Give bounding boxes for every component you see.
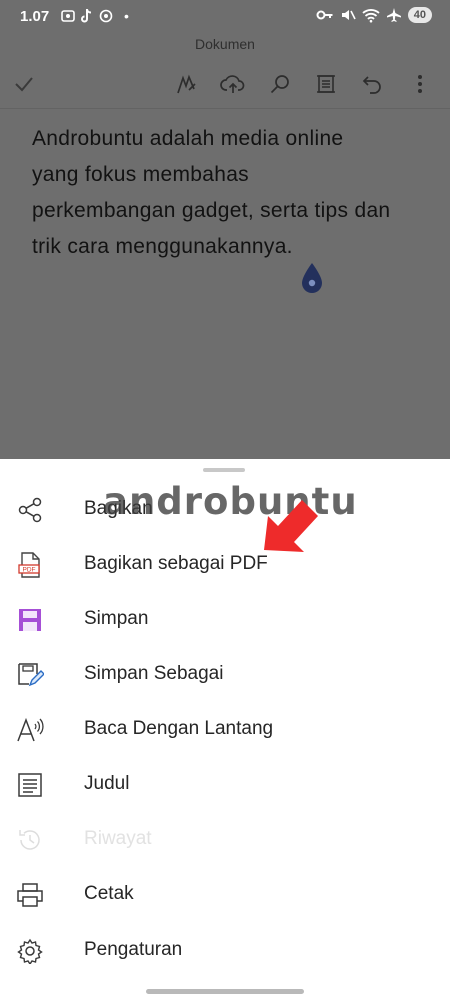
options-bottom-sheet: Bagikan PDF Bagikan sebagai PDF Simpan S… <box>0 459 450 1000</box>
menu-item-headings[interactable]: Judul <box>0 757 450 812</box>
sheet-grab-handle[interactable] <box>203 468 245 472</box>
read-aloud-icon <box>14 714 46 746</box>
menu-item-save-as[interactable]: Simpan Sebagai <box>0 647 450 702</box>
home-indicator[interactable] <box>146 989 304 994</box>
status-right-icons: 40 <box>316 7 432 23</box>
menu-item-label: Bagikan <box>84 498 153 519</box>
menu-item-read-aloud[interactable]: Baca Dengan Lantang <box>0 702 450 757</box>
menu-item-label: Simpan <box>84 608 149 629</box>
cloud-save-button[interactable] <box>219 70 247 98</box>
document-title: Dokumen <box>195 36 255 52</box>
pdf-icon: PDF <box>14 549 46 581</box>
document-body[interactable]: Androbuntu adalah media online yang foku… <box>32 121 427 265</box>
text-cursor-handle-icon[interactable] <box>300 262 324 294</box>
settings-icon <box>14 935 46 967</box>
document-line: perkembangan gadget, serta tips dan <box>32 199 391 222</box>
sync-icon <box>99 9 113 23</box>
print-icon <box>14 879 46 911</box>
undo-button[interactable] <box>358 70 386 98</box>
editor-toolbar <box>0 66 450 102</box>
key-icon <box>316 10 333 20</box>
notification-dot-icon: • <box>124 8 129 24</box>
svg-text:PDF: PDF <box>23 567 36 574</box>
more-vertical-icon <box>418 75 422 93</box>
airplane-icon <box>386 8 401 22</box>
document-line: yang fokus membahas <box>32 163 249 186</box>
save-icon <box>14 604 46 636</box>
tiktok-icon <box>81 8 92 23</box>
menu-item-label: Cetak <box>84 883 134 904</box>
battery-indicator: 40 <box>407 7 432 23</box>
checkmark-icon <box>15 77 33 92</box>
mute-icon <box>341 10 356 20</box>
status-bar: 1.07 • 40 <box>0 0 450 34</box>
more-options-button[interactable] <box>406 70 434 98</box>
find-button[interactable] <box>266 70 294 98</box>
menu-item-print[interactable]: Cetak <box>0 867 450 922</box>
menu-item-share[interactable]: Bagikan <box>0 482 450 537</box>
done-button[interactable] <box>10 70 38 98</box>
menu-item-history: Riwayat <box>0 812 450 867</box>
cloud-upload-icon <box>220 75 245 93</box>
document-line: trik cara menggunakannya. <box>32 235 293 258</box>
page-view-icon <box>317 75 335 93</box>
wifi-icon <box>362 8 380 22</box>
status-time: 1.07 <box>20 8 50 25</box>
pen-icon <box>177 74 196 94</box>
share-icon <box>14 494 46 526</box>
toolbar-divider <box>0 108 450 109</box>
document-background: 1.07 • 40 Dokumen Androbuntu adalah medi… <box>0 0 450 459</box>
undo-icon <box>362 76 381 94</box>
save-as-icon <box>14 659 46 691</box>
search-icon <box>270 75 289 94</box>
draw-button[interactable] <box>173 70 201 98</box>
menu-item-settings[interactable]: Pengaturan <box>0 923 450 978</box>
reading-view-button[interactable] <box>312 70 340 98</box>
status-left-icons: • <box>60 8 129 24</box>
menu-item-label: Bagikan sebagai PDF <box>84 553 268 574</box>
red-arrow-icon <box>264 500 318 552</box>
history-icon <box>14 824 46 856</box>
menu-item-share-as-pdf[interactable]: PDF Bagikan sebagai PDF <box>0 537 450 592</box>
menu-item-label: Pengaturan <box>84 939 183 960</box>
headings-icon <box>14 769 46 801</box>
menu-item-save[interactable]: Simpan <box>0 592 450 647</box>
menu-item-label: Baca Dengan Lantang <box>84 718 274 739</box>
menu-item-label: Judul <box>84 773 130 794</box>
menu-item-label: Simpan Sebagai <box>84 663 224 684</box>
document-line: Androbuntu adalah media online <box>32 127 344 150</box>
screenshot-icon <box>61 10 75 22</box>
menu-item-label: Riwayat <box>84 828 152 849</box>
